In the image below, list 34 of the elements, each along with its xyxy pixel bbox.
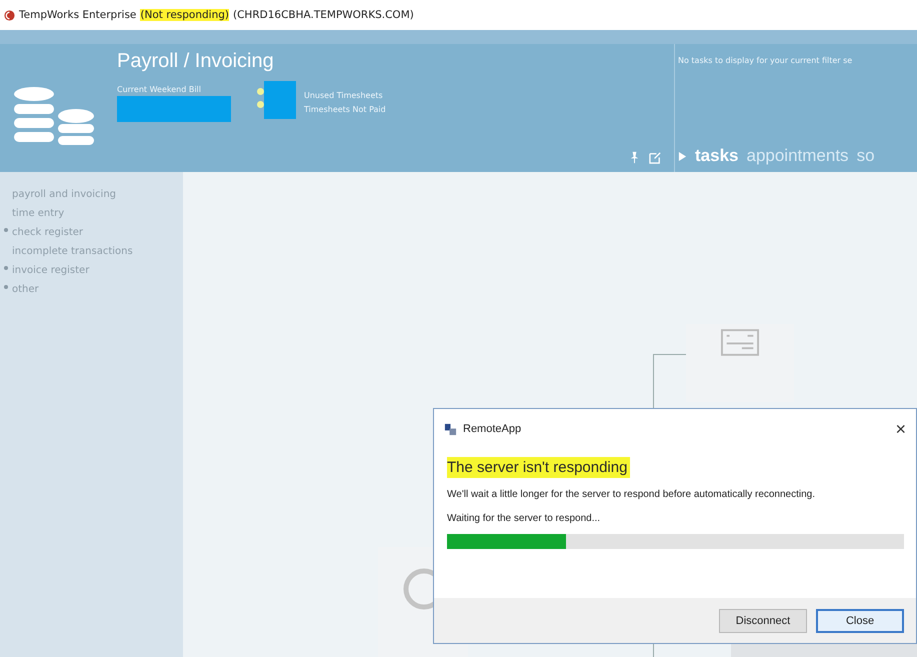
pin-icon[interactable] [628,151,641,164]
sidebar-item[interactable]: incomplete transactions [12,246,133,257]
dialog-button[interactable]: Disconnect [719,608,807,632]
compose-icon[interactable] [649,151,662,164]
remote-app-icon [444,422,457,436]
dialog-button[interactable]: Close [816,608,904,632]
sidebar-item[interactable]: other [12,284,39,295]
close-button[interactable]: × [895,418,906,440]
dialog-heading: The server isn't responding [447,457,630,478]
dialog-title: RemoteApp [463,423,522,435]
stat-label: Timesheets Not Paid [304,105,386,114]
sidebar-item[interactable]: payroll and invoicing [12,189,116,200]
play-icon[interactable] [678,150,687,162]
panel-tab[interactable]: tasks [695,146,738,166]
sidebar-item[interactable]: check register [12,227,84,238]
window-title: (CHRD16CBHA.TEMPWORKS.COM) [233,9,414,21]
window-title: (Not responding) [140,9,229,21]
stat-label: Unused Timesheets [304,91,384,100]
dialog-message: We'll wait a little longer for the server to respond before automatically reconnecting. [447,488,816,502]
stat-label: Current Weekend Bill [117,85,202,94]
page-title: Payroll / Invoicing [117,50,275,73]
redaction-block [264,81,296,119]
sidebar-item[interactable]: time entry [12,208,64,219]
status-dot [257,101,264,108]
status-text: Waiting for the server to respond... [447,513,600,524]
app-logo-icon [4,10,15,20]
task-message: No tasks to display for your current filter se [678,56,854,65]
window-title: TempWorks Enterprise [19,9,136,21]
sidebar-item[interactable]: invoice register [12,265,90,276]
database-icon [12,86,96,148]
panel-tab[interactable]: appointments [746,146,849,166]
check-icon [721,329,759,356]
status-dot [257,88,264,95]
panel-tab[interactable]: so [856,146,875,166]
